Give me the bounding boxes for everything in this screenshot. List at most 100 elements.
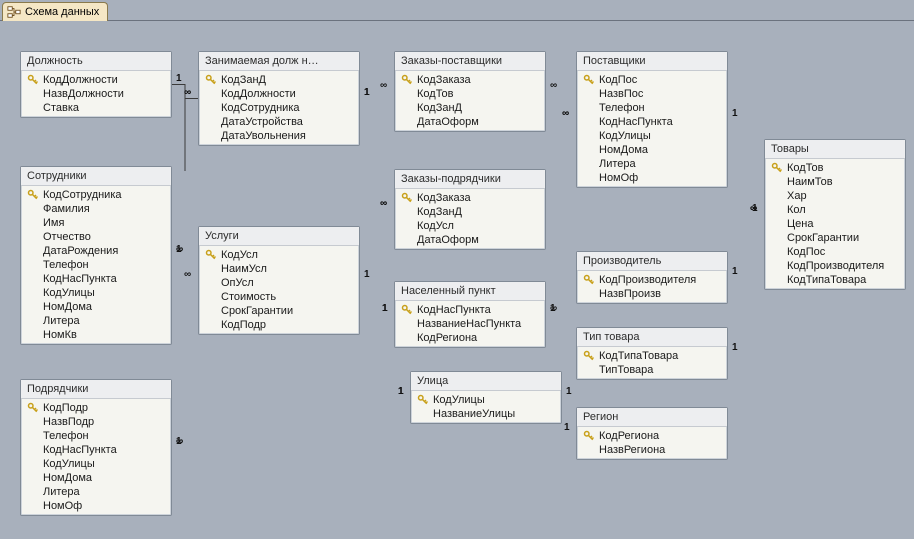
field-row[interactable]: Телефон [21,258,171,272]
field-row[interactable]: КодЗаказа [395,191,545,205]
field-row[interactable]: НаимТов [765,175,905,189]
field-row[interactable]: Литера [21,485,171,499]
field-row[interactable]: СрокГарантии [199,304,359,318]
entity-title[interactable]: Улица [411,372,561,391]
entity-title[interactable]: Услуги [199,227,359,246]
field-row[interactable]: НаимУсл [199,262,359,276]
field-row[interactable]: КодДолжности [199,87,359,101]
field-row[interactable]: КодНасПункта [577,115,727,129]
entity-ulitsa[interactable]: Улица КодУлицыНазваниеУлицы [410,371,562,424]
entity-zanimaemaya[interactable]: Занимаемая долж н… КодЗанДКодДолжностиКод… [198,51,360,146]
entity-title[interactable]: Населенный пункт [395,282,545,301]
entity-title[interactable]: Занимаемая долж н… [199,52,359,71]
entity-dolzhnost[interactable]: Должность КодДолжностиНазвДолжностиСтавка [20,51,172,118]
field-row[interactable]: НазвДолжности [21,87,171,101]
field-row[interactable]: КодЗаказа [395,73,545,87]
entity-title[interactable]: Поставщики [577,52,727,71]
field-row[interactable]: Отчество [21,230,171,244]
entity-sotrudniki[interactable]: Сотрудники КодСотрудникаФамилияИмяОтчеств… [20,166,172,345]
field-row[interactable]: НомДома [21,471,171,485]
field-row[interactable]: КодРегиона [395,331,545,345]
field-row[interactable]: НазвПроизв [577,287,727,301]
field-row[interactable]: КодНасПункта [395,303,545,317]
entity-region[interactable]: Регион КодРегионаНазвРегиона [576,407,728,460]
diagram-canvas[interactable]: ДолжностьКодДолжностиНазвДолжностиСтавка… [0,20,914,539]
entity-title[interactable]: Тип товара [577,328,727,347]
field-row[interactable]: КодТипаТовара [577,349,727,363]
field-row[interactable]: СрокГарантии [765,231,905,245]
field-row[interactable]: КодЗанД [395,205,545,219]
entity-title[interactable]: Регион [577,408,727,427]
field-row[interactable]: НомОф [21,499,171,513]
field-row[interactable]: КодЗанД [199,73,359,87]
field-row[interactable]: ДатаОформ [395,115,545,129]
entity-title[interactable]: Заказы-подрядчики [395,170,545,189]
entity-tovary[interactable]: Товары КодТовНаимТовХарКолЦенаСрокГаранти… [764,139,906,290]
field-row[interactable]: ДатаУстройства [199,115,359,129]
field-row[interactable]: КодСотрудника [21,188,171,202]
field-row[interactable]: НомКв [21,328,171,342]
tab-schema[interactable]: Схема данных [2,2,108,21]
field-row[interactable]: КодНасПункта [21,272,171,286]
entity-proizvod[interactable]: Производитель КодПроизводителяНазвПроизв [576,251,728,304]
field-row[interactable]: КодУлицы [577,129,727,143]
field-row[interactable]: Фамилия [21,202,171,216]
field-row[interactable]: НазваниеУлицы [411,407,561,421]
field-row[interactable]: КодУлицы [411,393,561,407]
field-row[interactable]: КодТов [765,161,905,175]
field-row[interactable]: Литера [577,157,727,171]
field-row[interactable]: КодТипаТовара [765,273,905,287]
field-row[interactable]: ДатаУвольнения [199,129,359,143]
field-row[interactable]: КодСотрудника [199,101,359,115]
field-row[interactable]: КодУлицы [21,286,171,300]
field-row[interactable]: НазваниеНасПункта [395,317,545,331]
field-row[interactable]: ДатаРождения [21,244,171,258]
field-row[interactable]: КодУсл [199,248,359,262]
entity-title[interactable]: Товары [765,140,905,159]
field-row[interactable]: НазвРегиона [577,443,727,457]
entity-zakazy_post[interactable]: Заказы-поставщики КодЗаказаКодТовКодЗанДД… [394,51,546,132]
field-row[interactable]: КодПос [765,245,905,259]
field-row[interactable]: Телефон [21,429,171,443]
field-row[interactable]: Литера [21,314,171,328]
field-row[interactable]: КодУсл [395,219,545,233]
field-row[interactable]: ДатаОформ [395,233,545,247]
field-row[interactable]: Телефон [577,101,727,115]
entity-postavshiki[interactable]: Поставщики КодПосНазвПосТелефонКодНасПунк… [576,51,728,188]
entity-tiptov[interactable]: Тип товара КодТипаТовараТипТовара [576,327,728,380]
field-row[interactable]: Имя [21,216,171,230]
field-row[interactable]: Ставка [21,101,171,115]
entity-title[interactable]: Сотрудники [21,167,171,186]
entity-title[interactable]: Заказы-поставщики [395,52,545,71]
entity-zakazy_podr[interactable]: Заказы-подрядчики КодЗаказаКодЗанДКодУслД… [394,169,546,250]
field-row[interactable]: НазвПодр [21,415,171,429]
field-row[interactable]: Хар [765,189,905,203]
field-row[interactable]: Кол [765,203,905,217]
field-row[interactable]: КодУлицы [21,457,171,471]
field-row[interactable]: ТипТовара [577,363,727,377]
field-row[interactable]: ОпУсл [199,276,359,290]
field-row[interactable]: КодПроизводителя [577,273,727,287]
entity-uslugi[interactable]: Услуги КодУслНаимУслОпУслСтоимостьСрокГар… [198,226,360,335]
field-row[interactable]: КодРегиона [577,429,727,443]
entity-naspunkt[interactable]: Населенный пункт КодНасПунктаНазваниеНасП… [394,281,546,348]
field-row[interactable]: КодЗанД [395,101,545,115]
field-row[interactable]: КодПодр [21,401,171,415]
field-name: ДатаРождения [43,245,118,257]
entity-title[interactable]: Должность [21,52,171,71]
field-row[interactable]: КодТов [395,87,545,101]
field-row[interactable]: НазвПос [577,87,727,101]
field-row[interactable]: КодДолжности [21,73,171,87]
field-row[interactable]: НомДома [577,143,727,157]
field-row[interactable]: НомДома [21,300,171,314]
entity-podryadchiki[interactable]: Подрядчики КодПодрНазвПодрТелефонКодНасПу… [20,379,172,516]
field-row[interactable]: КодНасПункта [21,443,171,457]
entity-title[interactable]: Подрядчики [21,380,171,399]
field-row[interactable]: КодПос [577,73,727,87]
field-row[interactable]: КодПодр [199,318,359,332]
field-row[interactable]: НомОф [577,171,727,185]
field-row[interactable]: Цена [765,217,905,231]
field-row[interactable]: Стоимость [199,290,359,304]
entity-title[interactable]: Производитель [577,252,727,271]
field-row[interactable]: КодПроизводителя [765,259,905,273]
